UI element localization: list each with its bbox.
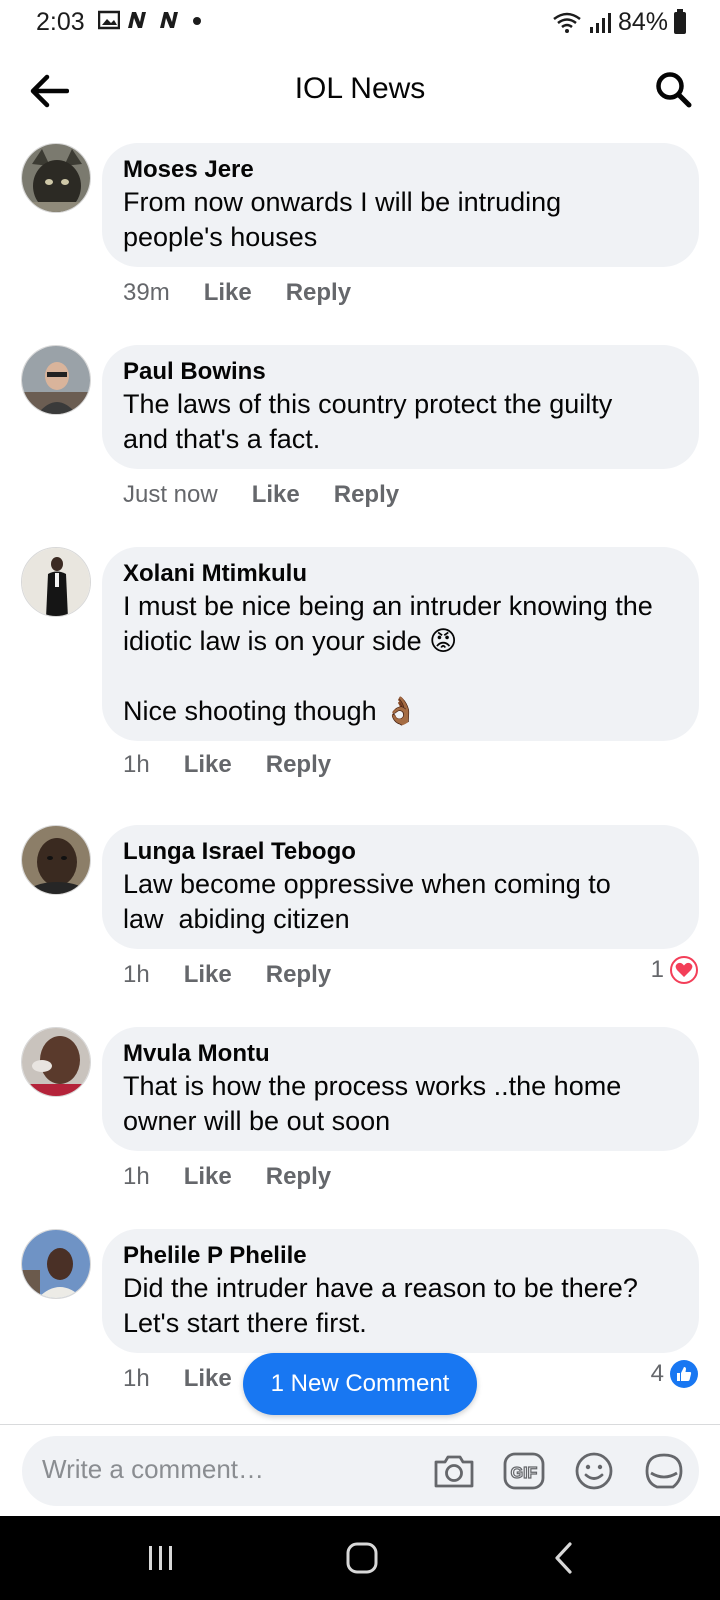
chevron-left-icon xyxy=(555,1542,572,1574)
camera-button[interactable] xyxy=(431,1449,477,1493)
comment-bubble[interactable]: Phelile P Phelile Did the intruder have … xyxy=(102,1229,699,1353)
comment-time: 1h xyxy=(123,1163,150,1190)
comment-time: 1h xyxy=(123,1365,150,1392)
divider xyxy=(0,1424,720,1425)
thumbs-up-icon xyxy=(670,1360,698,1388)
comment-author[interactable]: Phelile P Phelile xyxy=(123,1241,677,1271)
comment-author[interactable]: Xolani Mtimkulu xyxy=(123,559,677,589)
reply-button[interactable]: Reply xyxy=(286,279,351,307)
like-button[interactable]: Like xyxy=(204,279,252,307)
reply-button[interactable]: Reply xyxy=(334,481,399,509)
svg-text:GIF: GIF xyxy=(511,1465,538,1482)
battery-icon xyxy=(674,8,686,34)
comment-time: Just now xyxy=(123,481,218,508)
comment-meta: 39m Like Reply xyxy=(123,279,351,307)
comment-meta: 1h Like Reply xyxy=(123,961,331,989)
like-button[interactable]: Like xyxy=(184,1365,232,1393)
home-button[interactable] xyxy=(332,1538,392,1578)
comment-text: The laws of this country protect the gui… xyxy=(123,389,620,454)
comment-author[interactable]: Paul Bowins xyxy=(123,357,677,387)
comment-author[interactable]: Moses Jere xyxy=(123,155,677,185)
comment-text: I must be nice being an intruder knowing… xyxy=(123,591,653,726)
like-button[interactable]: Like xyxy=(184,961,232,989)
wifi-icon xyxy=(553,12,581,33)
comment-bubble[interactable]: Mvula Montu That is how the process work… xyxy=(102,1027,699,1151)
reply-button[interactable]: Reply xyxy=(266,751,331,779)
news-n-icon xyxy=(160,12,178,28)
search-icon xyxy=(656,72,692,108)
comment-bubble[interactable]: Xolani Mtimkulu I must be nice being an … xyxy=(102,547,699,741)
dot-icon xyxy=(193,17,201,25)
avatar-image xyxy=(22,548,90,616)
reply-button[interactable]: Reply xyxy=(266,1163,331,1191)
camera-icon xyxy=(434,1455,474,1488)
comment-time: 1h xyxy=(123,751,150,778)
gif-icon: GIF xyxy=(503,1452,545,1490)
like-button[interactable]: Like xyxy=(184,751,232,779)
comment-meta: 1h Like Reply xyxy=(123,751,331,779)
emoji-button[interactable] xyxy=(571,1449,617,1493)
battery-percent: 84% xyxy=(617,8,668,36)
search-button[interactable] xyxy=(650,66,696,112)
comment-text: Law become oppressive when coming to law… xyxy=(123,869,619,934)
avatar-image xyxy=(22,1230,90,1298)
system-nav-bar xyxy=(0,1516,720,1600)
reaction-summary[interactable]: 4 xyxy=(651,1360,698,1388)
reaction-count: 4 xyxy=(650,1360,664,1387)
news-n-icon xyxy=(128,12,146,28)
comment-bubble[interactable]: Paul Bowins The laws of this country pro… xyxy=(102,345,699,469)
image-icon xyxy=(98,10,120,30)
comment-composer[interactable]: Write a comment… GIF xyxy=(22,1436,699,1506)
status-right: 84% xyxy=(552,8,686,37)
page-title: IOL News xyxy=(294,72,426,105)
comment-bubble[interactable]: Moses Jere From now onwards I will be in… xyxy=(102,143,699,267)
avatar-image xyxy=(22,826,90,894)
notification-icons xyxy=(98,10,204,30)
reaction-summary[interactable]: 1 xyxy=(651,956,698,984)
comment-time: 1h xyxy=(123,961,150,988)
comment-time: 39m xyxy=(123,279,170,306)
sticker-button[interactable] xyxy=(641,1449,687,1493)
heart-icon xyxy=(670,956,698,984)
avatar[interactable] xyxy=(21,143,91,213)
comment-bubble[interactable]: Lunga Israel Tebogo Law become oppressiv… xyxy=(102,825,699,949)
avatar[interactable] xyxy=(21,547,91,617)
app-header: IOL News xyxy=(0,52,720,130)
sticker-icon xyxy=(645,1453,683,1489)
reaction-count: 1 xyxy=(650,956,664,983)
avatar[interactable] xyxy=(21,1229,91,1299)
gif-button[interactable]: GIF xyxy=(501,1449,547,1493)
avatar[interactable] xyxy=(21,1027,91,1097)
comment-meta: 1h Like Reply xyxy=(123,1163,331,1191)
comment-meta: Just now Like Reply xyxy=(123,481,399,509)
like-button[interactable]: Like xyxy=(184,1163,232,1191)
new-comment-button[interactable]: 1 New Comment xyxy=(243,1353,477,1415)
comment-meta: 1h Like xyxy=(123,1365,232,1393)
home-icon xyxy=(346,1542,378,1574)
recent-apps-icon xyxy=(149,1546,172,1570)
avatar[interactable] xyxy=(21,825,91,895)
comment-input[interactable]: Write a comment… xyxy=(42,1454,264,1485)
back-nav-button[interactable] xyxy=(534,1538,594,1578)
comment-text: From now onwards I will be intruding peo… xyxy=(123,187,569,252)
comment-author[interactable]: Mvula Montu xyxy=(123,1039,677,1069)
comment-text: That is how the process works ..the home… xyxy=(123,1071,629,1136)
avatar-image xyxy=(22,144,90,212)
comment-text: Did the intruder have a reason to be the… xyxy=(123,1273,646,1338)
status-time: 2:03 xyxy=(36,8,85,36)
avatar-image xyxy=(22,1028,90,1096)
reply-button[interactable]: Reply xyxy=(266,961,331,989)
comment-author[interactable]: Lunga Israel Tebogo xyxy=(123,837,677,867)
smiley-icon xyxy=(575,1452,613,1490)
recent-apps-button[interactable] xyxy=(131,1538,191,1578)
signal-icon xyxy=(589,12,611,33)
status-bar: 2:03 84% xyxy=(0,0,720,46)
avatar-image xyxy=(22,346,90,414)
composer-actions: GIF xyxy=(431,1449,687,1493)
avatar[interactable] xyxy=(21,345,91,415)
like-button[interactable]: Like xyxy=(252,481,300,509)
